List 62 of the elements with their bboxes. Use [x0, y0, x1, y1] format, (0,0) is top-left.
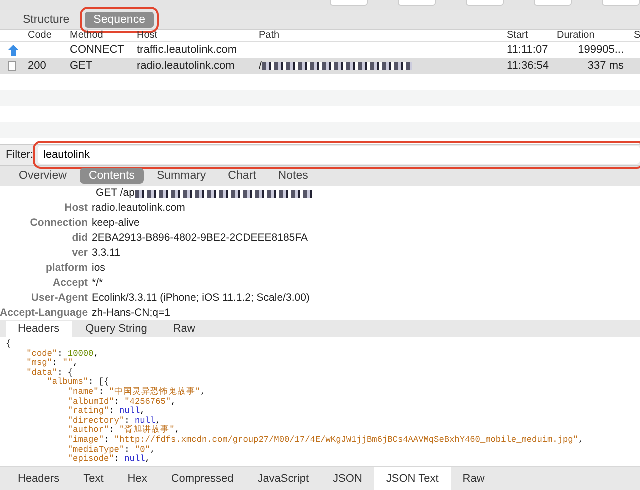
- header-value: */*: [92, 276, 104, 291]
- table-cell-text: 200: [27, 59, 48, 74]
- response-tab[interactable]: JavaScript: [246, 467, 322, 490]
- column-header[interactable]: Path: [255, 30, 503, 41]
- table-cell-text: 11:36:54: [506, 59, 550, 74]
- document-icon: [8, 61, 16, 71]
- toolbar-button[interactable]: [534, 0, 572, 6]
- response-tab[interactable]: Raw: [450, 467, 497, 490]
- header-name: platform: [45, 261, 89, 276]
- header-name: Accept: [52, 276, 89, 291]
- table-cell-text: GET: [69, 59, 94, 74]
- table-cell-text: 199905...: [577, 43, 625, 58]
- header-value: zh-Hans-CN;q=1: [92, 306, 170, 320]
- header-name: ver: [71, 246, 89, 261]
- header-name: Host: [64, 201, 89, 216]
- header-name: User-Agent: [30, 291, 89, 306]
- header-name: Connection: [29, 216, 89, 231]
- header-value: Ecolink/3.3.11 (iPhone; iOS 11.1.2; Scale/3.00): [92, 291, 310, 306]
- detail-tab[interactable]: Chart: [219, 168, 266, 184]
- table-cell-text: radio.leautolink.com: [136, 59, 236, 74]
- response-tab[interactable]: JSON Text: [374, 467, 451, 490]
- detail-tab[interactable]: Overview: [10, 168, 76, 184]
- request-line: GET /ap: [96, 186, 135, 201]
- response-tab[interactable]: Hex: [116, 467, 160, 490]
- toolbar-button[interactable]: [330, 0, 368, 6]
- table-cell-text: 11:11:07: [506, 43, 550, 58]
- header-value: 2EBA2913-B896-4802-9BE2-2CDEEE8185FA: [92, 231, 308, 246]
- toolbar-button[interactable]: [398, 0, 436, 6]
- column-header[interactable]: Start: [503, 30, 553, 41]
- response-tab[interactable]: Headers: [6, 467, 72, 490]
- table-cell-text: 337 ms: [586, 59, 625, 74]
- header-name: did: [71, 231, 89, 246]
- filter-label: Filter:: [6, 148, 34, 163]
- table-cell-text: CONNECT: [69, 43, 126, 58]
- header-value: keep-alive: [92, 216, 140, 231]
- column-header[interactable]: S: [630, 30, 640, 41]
- header-value: 3.3.11: [92, 246, 120, 261]
- header-name: Accept-Language: [0, 306, 90, 320]
- response-tab[interactable]: JSON: [321, 467, 374, 490]
- toolbar-button[interactable]: [602, 0, 640, 6]
- request-tab[interactable]: Query String: [74, 321, 160, 337]
- upload-arrow-icon: [8, 44, 19, 56]
- detail-tab[interactable]: Notes: [269, 168, 318, 184]
- json-text: { "code": 10000, "msg": "", "data": { "albums": [{ "name": "中国灵异恐怖鬼故事", "albumId": "4256765", "rating": null, "directory": null, "author": "胥旭讲故事", "image": "http://fdfs.xmcdn.com/group27/M00/17/4E/wKgJW1jjBm6jBCs4AAVMqSeBxhY460_mobile_meduim.jpg", "mediaType": "0", "episode": null,: [5, 338, 585, 466]
- response-tab[interactable]: Text: [72, 467, 116, 490]
- filter-field[interactable]: leautolink: [38, 146, 640, 164]
- table-cell: /: [259, 60, 262, 72]
- column-header[interactable]: Code: [24, 30, 66, 41]
- request-row[interactable]: CONNECT traffic.leautolink.com 11:11:07 199905...: [0, 42, 640, 58]
- table-cell-text: traffic.leautolink.com: [136, 43, 238, 58]
- header-value: radio.leautolink.com: [92, 201, 186, 216]
- header-value: ios: [92, 261, 106, 276]
- request-row[interactable]: 200 GET radio.leautolink.com / 11:36:54 337 ms: [0, 58, 640, 74]
- view-tab[interactable]: Structure: [14, 12, 79, 28]
- toolbar-button[interactable]: [466, 0, 504, 6]
- detail-tab[interactable]: Summary: [148, 168, 216, 184]
- request-tab[interactable]: Headers: [6, 321, 72, 337]
- response-tab[interactable]: Compressed: [159, 467, 246, 490]
- column-header[interactable]: Method: [66, 30, 133, 41]
- request-tab[interactable]: Raw: [161, 321, 208, 337]
- column-header[interactable]: Duration: [553, 30, 630, 41]
- column-header[interactable]: Host: [133, 30, 255, 41]
